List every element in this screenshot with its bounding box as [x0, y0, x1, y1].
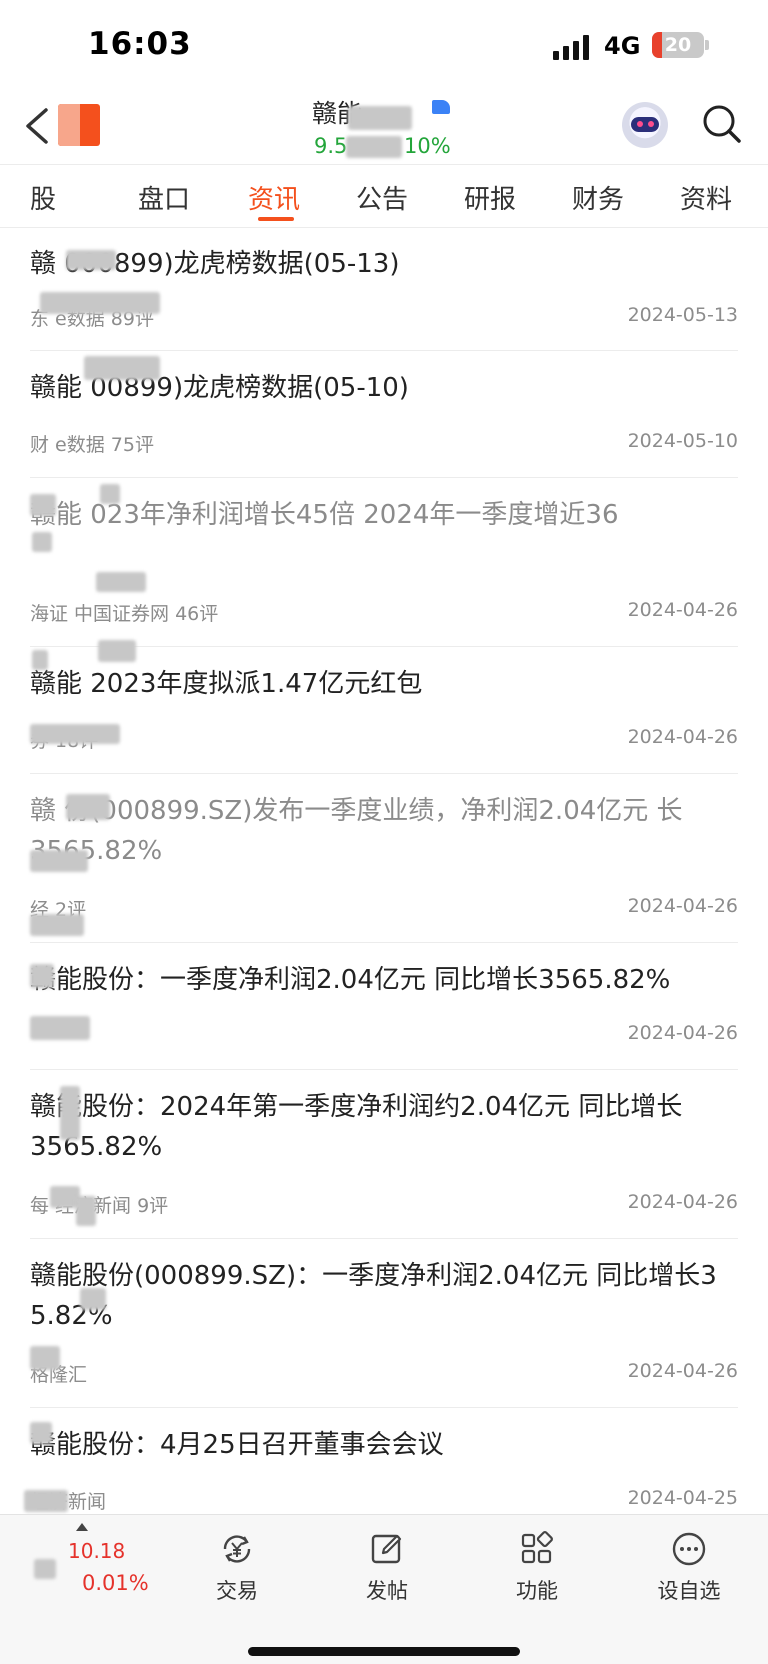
news-title: 赣能 2023年度拟派1.47亿元红包 — [30, 669, 423, 699]
redacted-block — [30, 850, 88, 872]
news-item[interactable]: 赣能股份：一季度净利润2.04亿元 同比增长3565.82% 2024-04-2… — [30, 942, 738, 1070]
trade-yen-icon — [223, 1535, 251, 1563]
news-item[interactable]: 赣能股份：4月25日召开董事会会议 经济新闻 2024-04-25 — [30, 1407, 738, 1516]
redacted-block — [32, 532, 52, 552]
function-grid-icon — [521, 1531, 553, 1564]
expand-arrow-icon[interactable] — [76, 1523, 88, 1531]
status-time: 16:03 — [88, 26, 192, 62]
news-title: 赣能股份：一季度净利润2.04亿元 同比增长3565.82% — [30, 965, 671, 995]
news-title: 赣 份(000899.SZ)发布一季度业绩，净利润2.04亿元 长3565.82… — [30, 796, 683, 866]
redacted-block — [346, 136, 402, 158]
price-change: 0.01% — [82, 1571, 149, 1595]
news-list: 赣 000899)龙虎榜数据(05-13) 东 e数据 89评 2024-05-… — [0, 226, 768, 1516]
news-date: 2024-04-26 — [627, 1360, 738, 1382]
redacted-block — [96, 572, 146, 592]
trade-label: 交易 — [216, 1579, 258, 1603]
redacted-block — [30, 494, 56, 516]
back-button[interactable] — [20, 102, 60, 150]
home-indicator — [248, 1647, 520, 1656]
more-dots-icon — [672, 1532, 706, 1566]
news-date: 2024-05-10 — [627, 430, 738, 452]
status-bar: 16:03 4G 20 — [0, 0, 768, 90]
news-item[interactable]: 赣 000899)龙虎榜数据(05-13) 东 e数据 89评 2024-05-… — [30, 226, 738, 351]
news-title: 赣能股份(000899.SZ)：一季度净利润2.04亿元 同比增长3 5.82% — [30, 1261, 717, 1331]
redacted-block — [100, 484, 120, 504]
news-date: 2024-04-26 — [627, 1191, 738, 1213]
redacted-block — [34, 1559, 56, 1579]
current-price: 10.18 — [68, 1539, 126, 1563]
news-item[interactable]: 赣 份(000899.SZ)发布一季度业绩，净利润2.04亿元 长3565.82… — [30, 773, 738, 943]
redacted-block — [66, 250, 116, 270]
flag-icon — [432, 100, 450, 114]
news-item[interactable]: 赣能股份(000899.SZ)：一季度净利润2.04亿元 同比增长3 5.82%… — [30, 1238, 738, 1408]
redacted-block — [24, 1490, 68, 1512]
tab-news[interactable]: 资讯 — [248, 179, 300, 216]
news-date: 2024-04-26 — [627, 1022, 738, 1044]
redacted-block — [60, 1086, 80, 1140]
redacted-block — [76, 1196, 96, 1226]
redacted-block — [66, 794, 110, 820]
compose-post-icon — [371, 1534, 402, 1564]
search-button[interactable] — [700, 102, 744, 146]
tab-order-book[interactable]: 盘口 — [138, 179, 190, 216]
tab-finance[interactable]: 财务 — [572, 179, 624, 216]
news-title: 赣能股份：4月25日召开董事会会议 — [30, 1430, 444, 1460]
stock-price: 9.5 — [314, 134, 348, 158]
assistant-robot-icon[interactable] — [622, 102, 668, 148]
news-item[interactable]: 赣能 023年净利润增长45倍 2024年一季度增近36 海证 中国证券网 46… — [30, 477, 738, 647]
news-source: 海证 中国证券网 46评 — [30, 603, 219, 625]
tab-profile[interactable]: 资料 — [680, 179, 732, 216]
function-button[interactable]: 功能 — [482, 1525, 592, 1605]
network-type: 4G — [604, 32, 641, 60]
redacted-block — [40, 292, 160, 314]
cellular-signal-icon — [553, 34, 593, 60]
news-title: 赣 000899)龙虎榜数据(05-13) — [30, 249, 400, 279]
redacted-block — [30, 914, 84, 936]
redacted-block — [84, 356, 160, 380]
redacted-block — [348, 106, 412, 130]
search-icon — [703, 105, 741, 143]
tab-research[interactable]: 研报 — [464, 179, 516, 216]
chevron-left-icon — [26, 108, 48, 144]
stock-header: 赣能 9.5 10% — [0, 92, 768, 164]
redacted-block — [98, 640, 136, 662]
function-label: 功能 — [516, 1579, 558, 1603]
bottom-toolbar: 10.18 0.01% 交易 发帖 功能 设自选 — [0, 1514, 768, 1664]
trade-button[interactable]: 交易 — [182, 1525, 292, 1605]
news-title: 赣能股份：2024年第一季度净利润约2.04亿元 同比增长3565.82% — [30, 1092, 683, 1162]
redacted-block — [30, 1016, 90, 1040]
add-watchlist-button[interactable]: 设自选 — [634, 1525, 744, 1605]
news-title: 赣能 023年净利润增长45倍 2024年一季度增近36 — [30, 500, 619, 530]
post-button[interactable]: 发帖 — [332, 1525, 442, 1605]
news-date: 2024-04-26 — [627, 726, 738, 748]
news-date: 2024-04-26 — [627, 895, 738, 917]
tab-bar: 股 盘口 资讯 公告 研报 财务 资料 — [0, 164, 768, 228]
tab-overview[interactable]: 股 — [30, 179, 56, 216]
redacted-block — [32, 650, 48, 670]
redacted-block — [30, 964, 54, 988]
redacted-block — [30, 1346, 60, 1370]
stock-change: 10% — [404, 134, 451, 158]
news-date: 2024-05-13 — [627, 304, 738, 326]
tab-announcements[interactable]: 公告 — [356, 179, 408, 216]
news-source: 财 e数据 75评 — [30, 434, 154, 456]
redacted-block — [80, 1288, 106, 1310]
post-label: 发帖 — [366, 1579, 408, 1603]
stock-logo — [58, 104, 100, 146]
redacted-block — [30, 1422, 52, 1444]
news-item[interactable]: 赣能 2023年度拟派1.47亿元红包 券 18评 2024-04-26 — [30, 646, 738, 774]
redacted-block — [30, 724, 120, 744]
battery-level: 20 — [664, 34, 692, 56]
news-date: 2024-04-26 — [627, 599, 738, 621]
news-item[interactable]: 赣能股份：2024年第一季度净利润约2.04亿元 同比增长3565.82% 每 … — [30, 1069, 738, 1239]
add-watchlist-label: 设自选 — [657, 1579, 721, 1603]
news-date: 2024-04-25 — [627, 1487, 738, 1509]
active-tab-indicator — [258, 217, 294, 221]
battery-icon: 20 — [652, 32, 704, 58]
